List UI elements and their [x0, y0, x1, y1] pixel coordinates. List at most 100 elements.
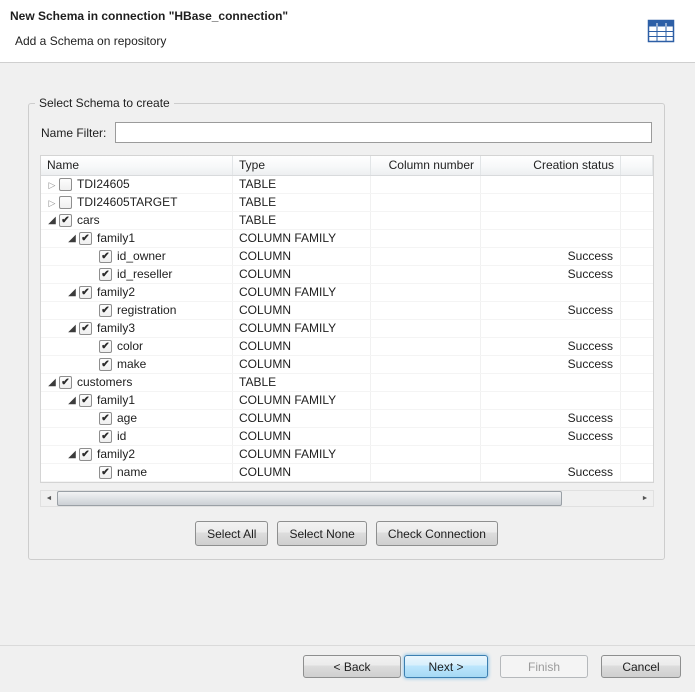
schema-tree-table: NameTypeColumn numberCreation status ▷TD…: [40, 155, 654, 483]
back-button[interactable]: < Back: [303, 655, 401, 678]
cancel-button[interactable]: Cancel: [601, 655, 681, 678]
row-spacer: [621, 266, 653, 283]
table-row[interactable]: ◢✔carsTABLE: [41, 212, 653, 230]
row-spacer: [621, 356, 653, 373]
row-name-label: name: [117, 464, 147, 481]
row-type: COLUMN FAMILY: [233, 320, 371, 337]
tree-expanded-arrow-icon[interactable]: ◢: [65, 447, 79, 463]
check-connection-button[interactable]: Check Connection: [376, 521, 498, 546]
table-row[interactable]: ▷TDI24605TABLE: [41, 176, 653, 194]
row-column-number: [371, 338, 481, 355]
row-checkbox[interactable]: ✔: [79, 232, 92, 245]
column-header-type[interactable]: Type: [233, 156, 371, 175]
table-row[interactable]: ✔registrationCOLUMNSuccess: [41, 302, 653, 320]
row-name-label: registration: [117, 302, 176, 319]
row-checkbox[interactable]: ✔: [79, 322, 92, 335]
row-spacer: [621, 392, 653, 409]
name-cell: ✔age: [41, 410, 233, 427]
row-spacer: [621, 248, 653, 265]
column-header-name[interactable]: Name: [41, 156, 233, 175]
tree-collapsed-arrow-icon[interactable]: ▷: [45, 195, 59, 211]
scrollbar-track[interactable]: [57, 491, 637, 506]
table-row[interactable]: ✔colorCOLUMNSuccess: [41, 338, 653, 356]
row-spacer: [621, 284, 653, 301]
row-creation-status: Success: [481, 410, 621, 427]
row-spacer: [621, 230, 653, 247]
row-column-number: [371, 284, 481, 301]
table-row[interactable]: ✔id_ownerCOLUMNSuccess: [41, 248, 653, 266]
row-name-label: TDI24605TARGET: [77, 194, 177, 211]
row-spacer: [621, 176, 653, 193]
row-type: COLUMN: [233, 338, 371, 355]
row-creation-status: Success: [481, 338, 621, 355]
row-spacer: [621, 428, 653, 445]
table-row[interactable]: ✔id_resellerCOLUMN Success: [41, 266, 653, 284]
table-body: ▷TDI24605TABLE▷ TDI24605TARGET TABLE ◢✔cars…: [41, 176, 653, 482]
table-row[interactable]: ✔makeCOLUMNSuccess: [41, 356, 653, 374]
row-checkbox[interactable]: [59, 178, 72, 191]
tree-expanded-arrow-icon[interactable]: ◢: [65, 393, 79, 409]
table-row[interactable]: ◢✔family3COLUMN FAMILY: [41, 320, 653, 338]
row-checkbox[interactable]: ✔: [99, 304, 112, 317]
row-checkbox[interactable]: ✔: [99, 340, 112, 353]
row-checkbox[interactable]: ✔: [99, 430, 112, 443]
table-header-row: NameTypeColumn numberCreation status: [41, 156, 653, 176]
table-row[interactable]: ✔idCOLUMNSuccess: [41, 428, 653, 446]
row-checkbox[interactable]: ✔: [99, 250, 112, 263]
row-creation-status: Success: [481, 248, 621, 265]
row-column-number: [371, 230, 481, 247]
tree-expanded-arrow-icon[interactable]: ◢: [45, 375, 59, 391]
table-row[interactable]: ◢✔family1COLUMN FAMILY: [41, 230, 653, 248]
column-header-column-number[interactable]: Column number: [371, 156, 481, 175]
table-row[interactable]: ✔nameCOLUMNSuccess: [41, 464, 653, 482]
table-row[interactable]: ▷TDI24605TARGETTABLE: [41, 194, 653, 212]
horizontal-scrollbar[interactable]: ◄ ►: [40, 490, 654, 507]
name-cell: ◢✔family1: [41, 392, 233, 409]
scroll-right-arrow-icon[interactable]: ►: [637, 491, 653, 506]
row-checkbox[interactable]: ✔: [99, 412, 112, 425]
row-spacer: [621, 320, 653, 337]
scroll-left-arrow-icon[interactable]: ◄: [41, 491, 57, 506]
row-checkbox[interactable]: ✔: [79, 448, 92, 461]
row-checkbox[interactable]: ✔: [99, 268, 112, 281]
table-row[interactable]: ◢✔family2COLUMN FAMILY: [41, 284, 653, 302]
column-header-creation-status[interactable]: Creation status: [481, 156, 621, 175]
finish-button[interactable]: Finish: [500, 655, 588, 678]
row-creation-status: [481, 194, 621, 211]
row-creation-status: Success: [481, 266, 621, 283]
scrollbar-thumb[interactable]: [57, 491, 562, 506]
row-creation-status: [481, 446, 621, 463]
tree-collapsed-arrow-icon[interactable]: ▷: [45, 177, 59, 193]
tree-expanded-arrow-icon[interactable]: ◢: [65, 231, 79, 247]
row-column-number: [371, 194, 481, 211]
row-checkbox[interactable]: ✔: [59, 376, 72, 389]
row-checkbox[interactable]: ✔: [79, 286, 92, 299]
row-creation-status: [481, 212, 621, 229]
column-header-spacer[interactable]: [621, 156, 653, 175]
row-checkbox[interactable]: ✔: [99, 358, 112, 371]
row-type: COLUMN FAMILY: [233, 284, 371, 301]
row-type: COLUMN: [233, 302, 371, 319]
tree-expanded-arrow-icon[interactable]: ◢: [65, 321, 79, 337]
table-row[interactable]: ◢✔family1COLUMN FAMILY: [41, 392, 653, 410]
row-checkbox[interactable]: [59, 196, 72, 209]
row-checkbox[interactable]: ✔: [79, 394, 92, 407]
tree-expanded-arrow-icon[interactable]: ◢: [65, 285, 79, 301]
next-button[interactable]: Next >: [404, 655, 488, 678]
select-none-button[interactable]: Select None: [277, 521, 366, 546]
row-creation-status: Success: [481, 356, 621, 373]
name-cell: ✔id_reseller: [41, 266, 233, 283]
row-checkbox[interactable]: ✔: [59, 214, 72, 227]
select-all-button[interactable]: Select All: [195, 521, 268, 546]
row-creation-status: [481, 230, 621, 247]
row-type: COLUMN: [233, 266, 371, 283]
name-filter-input[interactable]: [115, 122, 652, 143]
tree-expanded-arrow-icon[interactable]: ◢: [45, 213, 59, 229]
table-row[interactable]: ◢✔family2COLUMN FAMILY: [41, 446, 653, 464]
row-spacer: [621, 302, 653, 319]
row-column-number: [371, 176, 481, 193]
row-checkbox[interactable]: ✔: [99, 466, 112, 479]
row-type: TABLE: [233, 374, 371, 391]
table-row[interactable]: ◢✔customersTABLE: [41, 374, 653, 392]
table-row[interactable]: ✔ageCOLUMNSuccess: [41, 410, 653, 428]
